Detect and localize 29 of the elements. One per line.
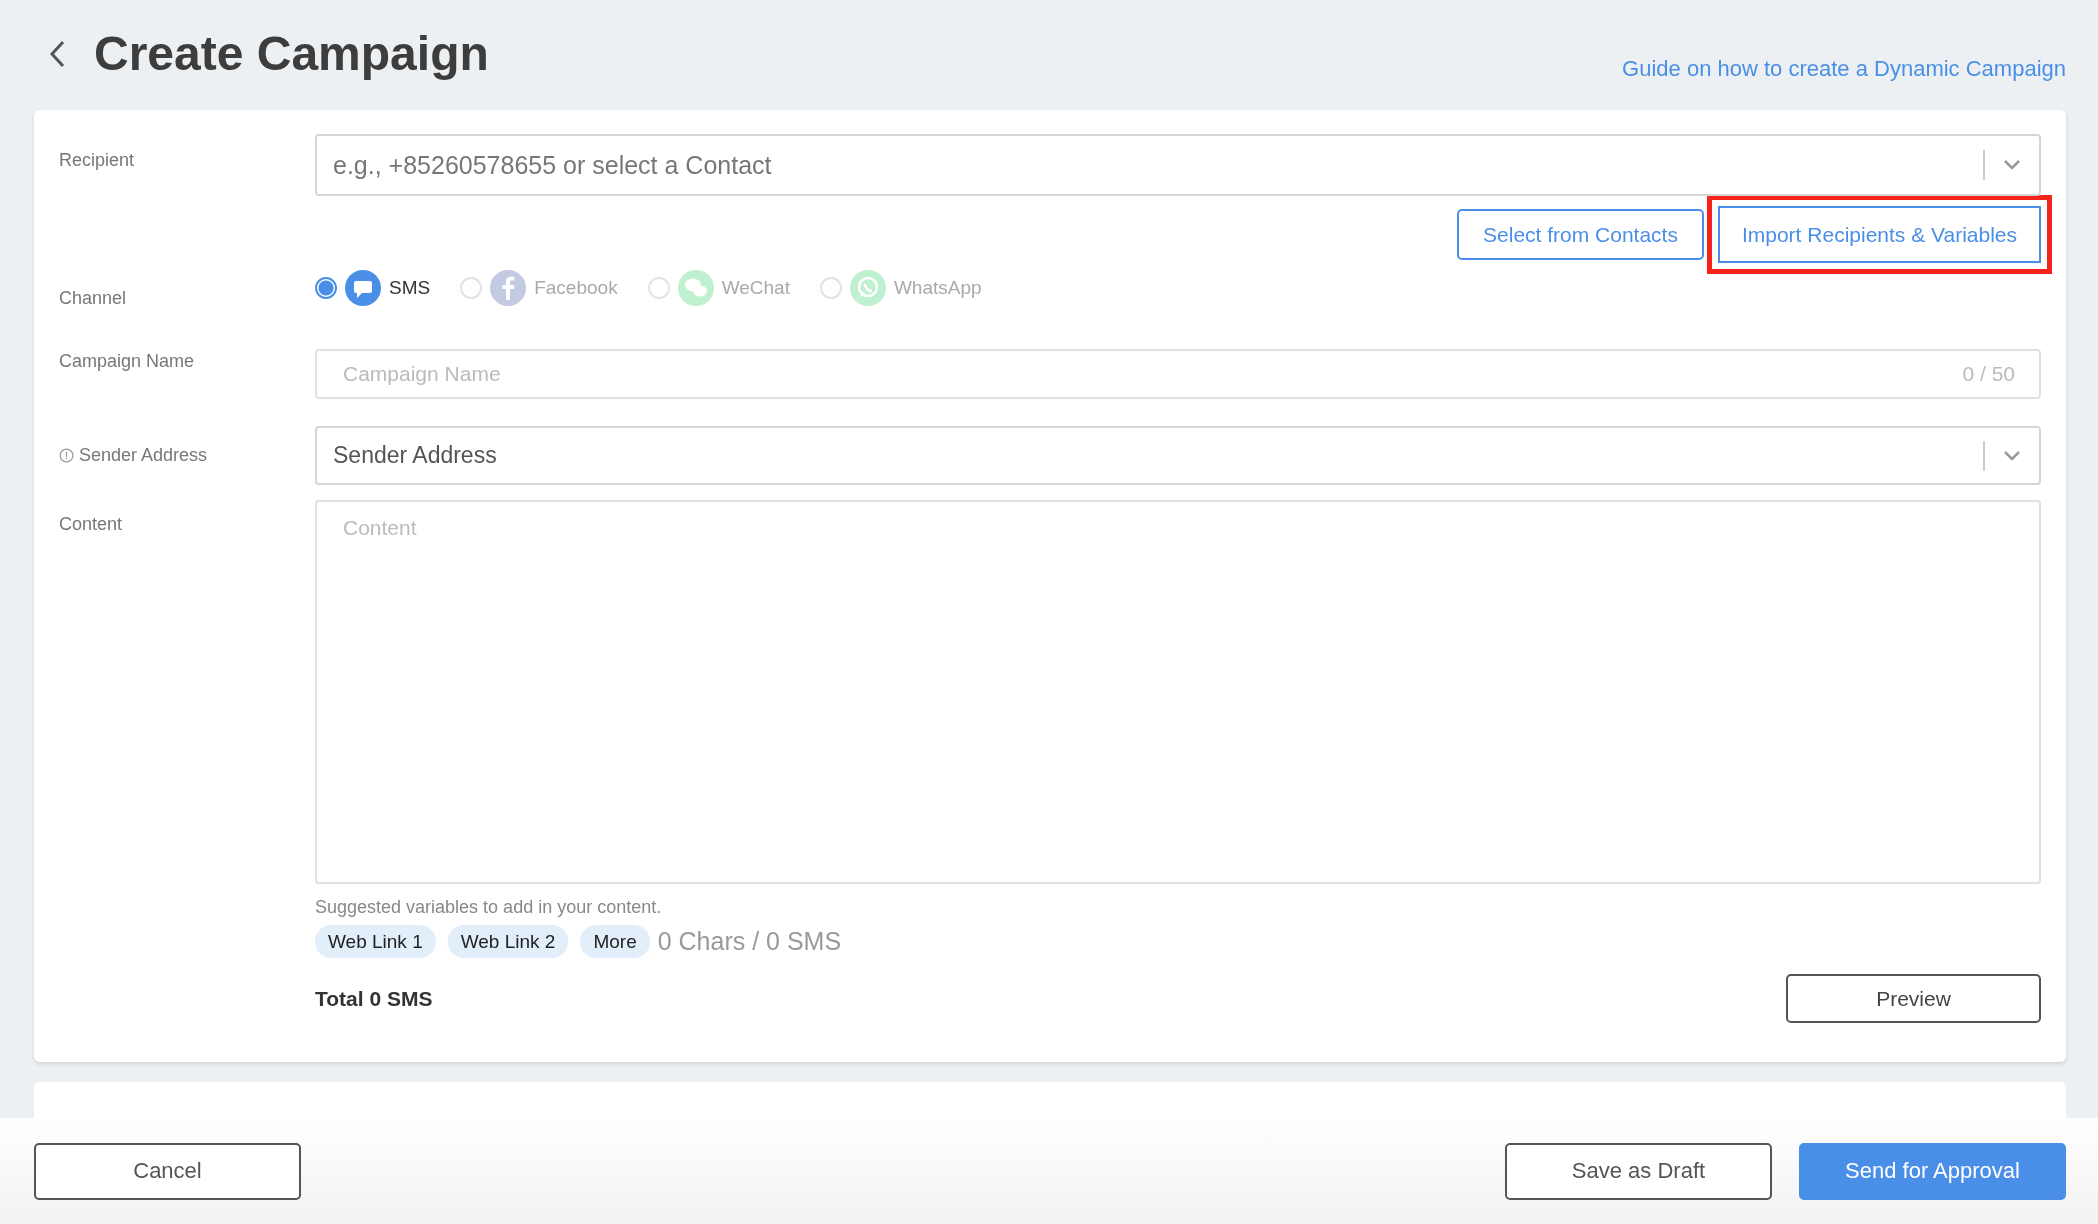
variable-chip[interactable]: More <box>580 925 650 958</box>
campaign-name-label: Campaign Name <box>59 350 196 373</box>
sender-address-label: Sender Address <box>79 445 208 466</box>
radio-button[interactable] <box>315 277 337 299</box>
content-field[interactable]: Content <box>315 500 2041 884</box>
chevron-down-icon[interactable] <box>2003 449 2021 462</box>
hint-text: Suggested variables to add in your content. <box>315 897 663 918</box>
whatsapp-icon <box>849 270 886 306</box>
channel-label: Channel <box>59 287 128 310</box>
cancel-button[interactable]: Cancel <box>34 1142 301 1200</box>
wechat-icon <box>677 270 714 306</box>
facebook-icon <box>490 270 527 306</box>
content-label: Content <box>59 513 124 536</box>
chevron-down-icon[interactable] <box>2003 159 2021 171</box>
total-sms: Total 0 SMS <box>315 986 433 1011</box>
channel-option-label[interactable]: SMS <box>389 277 431 299</box>
preview-button[interactable]: Preview <box>1786 974 2041 1023</box>
back-icon[interactable] <box>48 38 66 69</box>
character-count: 0 Chars / 0 SMS <box>657 927 842 956</box>
recipient-label: Recipient <box>59 149 136 172</box>
save-draft-button[interactable]: Save as Draft <box>1505 1142 1772 1200</box>
variable-chip[interactable]: Web Link 2 <box>447 925 569 958</box>
info-icon <box>59 448 74 463</box>
variable-chip[interactable]: Web Link 1 <box>315 925 436 958</box>
sender-address-field[interactable]: Sender Address <box>315 426 2041 485</box>
character-counter: 0 / 50 <box>1962 362 2015 386</box>
recipient-field[interactable]: e.g., +85260578655 or select a Contact <box>315 134 2041 196</box>
page-title: Create Campaign <box>94 26 489 81</box>
chat-bubble-icon <box>345 270 381 306</box>
